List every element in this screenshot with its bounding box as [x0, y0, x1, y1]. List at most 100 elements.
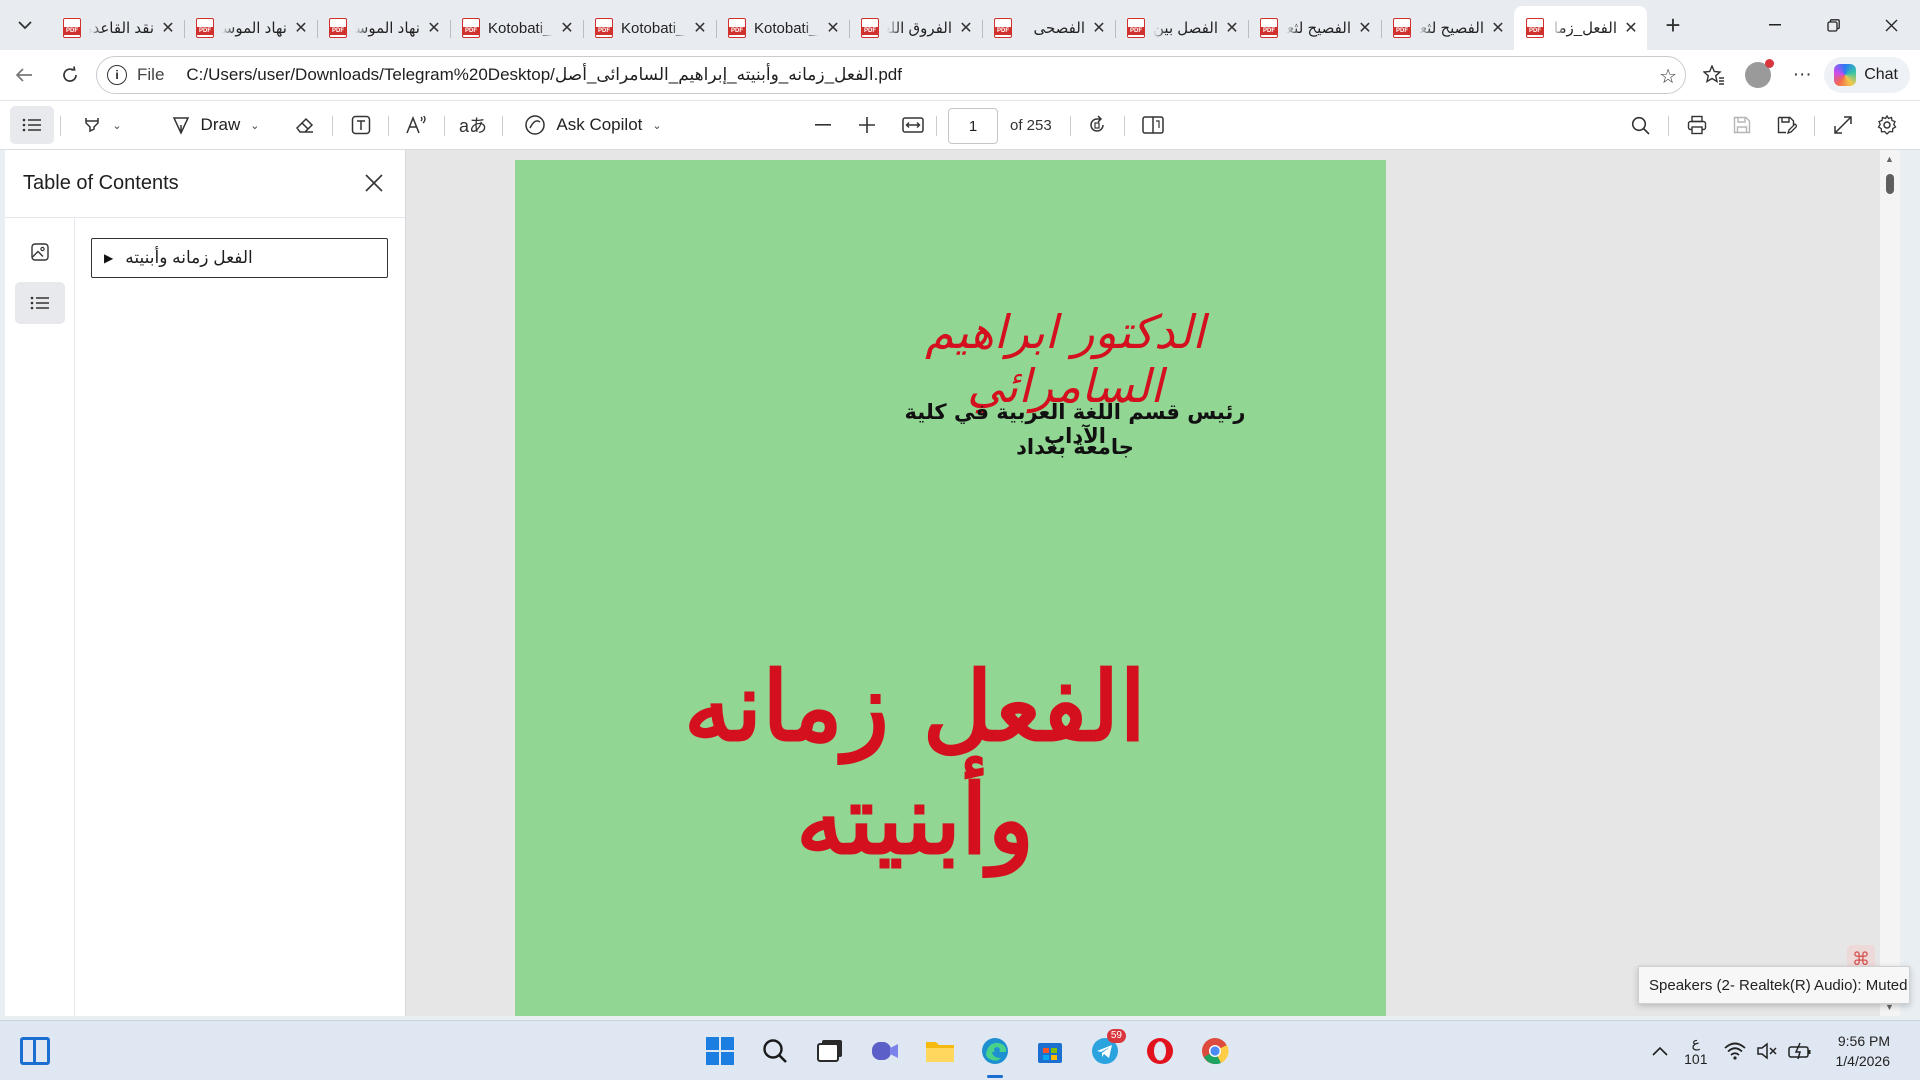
show-hidden-icons-button[interactable] [1644, 1021, 1676, 1080]
tab[interactable]: نهاد الموسى ✕ [317, 6, 450, 50]
contents-tab[interactable] [15, 282, 65, 324]
read-aloud-button[interactable] [402, 101, 432, 149]
speaker-muted-icon [1756, 1042, 1777, 1060]
full-screen-button[interactable] [1828, 101, 1858, 149]
page-view-button[interactable] [1138, 101, 1168, 149]
minimize-icon [1769, 24, 1781, 26]
settings-button[interactable] [1872, 101, 1902, 149]
toc-entry[interactable]: ▶ الفعل زمانه وأبنيته [91, 238, 388, 278]
close-tab-icon[interactable]: ✕ [825, 18, 841, 38]
file-explorer-icon[interactable] [912, 1021, 967, 1080]
find-button[interactable] [1625, 101, 1655, 149]
tab[interactable]: نهاد الموسى ✕ [184, 6, 317, 50]
clock[interactable]: 9:56 PM 1/4/2026 [1828, 1021, 1899, 1080]
zoom-out-button[interactable] [808, 101, 838, 149]
close-window-button[interactable] [1862, 0, 1920, 50]
tab[interactable]: Kotobati_ ✕ [583, 6, 716, 50]
profile-button[interactable] [1736, 50, 1780, 100]
minimize-button[interactable] [1746, 0, 1804, 50]
close-tab-icon[interactable]: ✕ [293, 18, 309, 38]
page-number-input[interactable]: 1 [948, 108, 998, 144]
quick-settings-button[interactable] [1716, 1021, 1820, 1080]
start-button[interactable] [692, 1021, 747, 1080]
restore-button[interactable] [1804, 0, 1862, 50]
vertical-scrollbar[interactable]: ▲ ▼ [1880, 150, 1900, 1016]
close-tab-icon[interactable]: ✕ [426, 18, 442, 38]
close-tab-icon[interactable]: ✕ [1224, 18, 1240, 38]
chevron-down-icon [18, 21, 32, 30]
ask-copilot-button[interactable]: Ask Copilot ⌄ [518, 101, 668, 149]
erase-button[interactable] [290, 101, 320, 149]
close-tab-icon[interactable]: ✕ [958, 18, 974, 38]
save-as-icon [1777, 116, 1797, 134]
tab-active[interactable]: الفعل_زمانه ✕ [1514, 6, 1647, 50]
telegram-icon[interactable]: 59 [1077, 1021, 1132, 1080]
tab[interactable]: نقد القاعدة ✕ [51, 6, 184, 50]
scroll-up-icon[interactable]: ▲ [1885, 154, 1894, 164]
pdf-file-icon [994, 18, 1012, 38]
plus-icon [859, 117, 875, 133]
tab[interactable]: الفصل بين ✕ [1115, 6, 1248, 50]
tab[interactable]: الفروق اللغوية ✕ [849, 6, 982, 50]
tab-title: نهاد الموسى [355, 20, 420, 37]
tab[interactable]: الفصحى ✕ [982, 6, 1115, 50]
close-tab-icon[interactable]: ✕ [1091, 18, 1107, 38]
tab[interactable]: Kotobati_ ✕ [450, 6, 583, 50]
tab-strip: نقد القاعدة✕نهاد الموسى✕نهاد الموسى✕Koto… [0, 0, 1920, 50]
back-button[interactable] [6, 57, 42, 93]
zoom-in-button[interactable] [852, 101, 882, 149]
tab[interactable]: Kotobati_ ✕ [716, 6, 849, 50]
edge-browser-icon[interactable] [967, 1021, 1022, 1080]
input-language-button[interactable]: ع 101 [1676, 1021, 1715, 1080]
chevron-down-icon: ⌄ [652, 119, 662, 132]
add-text-button[interactable] [346, 101, 376, 149]
save-button[interactable] [1727, 101, 1757, 149]
toc-toggle-button[interactable] [10, 106, 54, 144]
search-button[interactable] [747, 1021, 802, 1080]
panel-rail [5, 219, 75, 1016]
address-field[interactable]: i File C:/Users/user/Downloads/Telegram%… [96, 56, 1686, 94]
gear-icon [1877, 115, 1897, 135]
tab-actions-menu-button[interactable] [7, 7, 43, 43]
tab[interactable]: الفصيح لثعلب ✕ [1248, 6, 1381, 50]
date-text: 1/4/2026 [1835, 1053, 1891, 1069]
close-tab-icon[interactable]: ✕ [1490, 18, 1506, 38]
tab-title: الفصيح لثعلب [1419, 20, 1484, 37]
panel-header: Table of Contents [5, 150, 405, 218]
translate-button[interactable]: aあ [458, 101, 488, 149]
close-tab-icon[interactable]: ✕ [1623, 18, 1639, 38]
tab[interactable]: الفصيح لثعلب ✕ [1381, 6, 1514, 50]
close-tab-icon[interactable]: ✕ [692, 18, 708, 38]
chrome-browser-icon[interactable] [1187, 1021, 1242, 1080]
favorite-star-icon[interactable]: ☆ [1659, 64, 1677, 89]
draw-button[interactable]: Draw ⌄ [156, 101, 274, 149]
store-icon[interactable] [1022, 1021, 1077, 1080]
caret-right-icon[interactable]: ▶ [104, 251, 113, 265]
save-as-button[interactable] [1772, 101, 1802, 149]
fit-width-button[interactable] [898, 101, 928, 149]
highlight-button[interactable]: ⌄ [72, 101, 132, 149]
opera-browser-icon[interactable] [1132, 1021, 1187, 1080]
meet-app-icon[interactable] [857, 1021, 912, 1080]
task-view-button[interactable] [802, 1021, 857, 1080]
favorites-icon[interactable] [1692, 50, 1736, 100]
scrollbar-thumb[interactable] [1886, 174, 1894, 194]
new-tab-button[interactable]: + [1655, 7, 1691, 43]
rotate-button[interactable] [1082, 101, 1112, 149]
close-panel-button[interactable] [365, 168, 383, 199]
close-tab-icon[interactable]: ✕ [1357, 18, 1373, 38]
site-info-icon[interactable]: i [107, 65, 127, 85]
widgets-icon[interactable] [20, 1037, 50, 1065]
print-button[interactable] [1682, 101, 1712, 149]
refresh-button[interactable] [52, 57, 88, 93]
thumbnails-tab[interactable] [15, 231, 65, 273]
close-tab-icon[interactable]: ✕ [160, 18, 176, 38]
expand-icon [1834, 116, 1852, 134]
scheme-label: File [137, 65, 165, 84]
copilot-chat-button[interactable]: Chat [1824, 57, 1910, 93]
eraser-icon [296, 117, 314, 133]
document-viewport[interactable]: الدكتور ابراهيم السامرائي رئيس قسم اللغة… [406, 150, 1900, 1016]
more-options-icon[interactable]: ··· [1780, 50, 1824, 100]
url-text[interactable]: C:/Users/user/Downloads/Telegram%20Deskt… [186, 65, 902, 85]
close-tab-icon[interactable]: ✕ [559, 18, 575, 38]
